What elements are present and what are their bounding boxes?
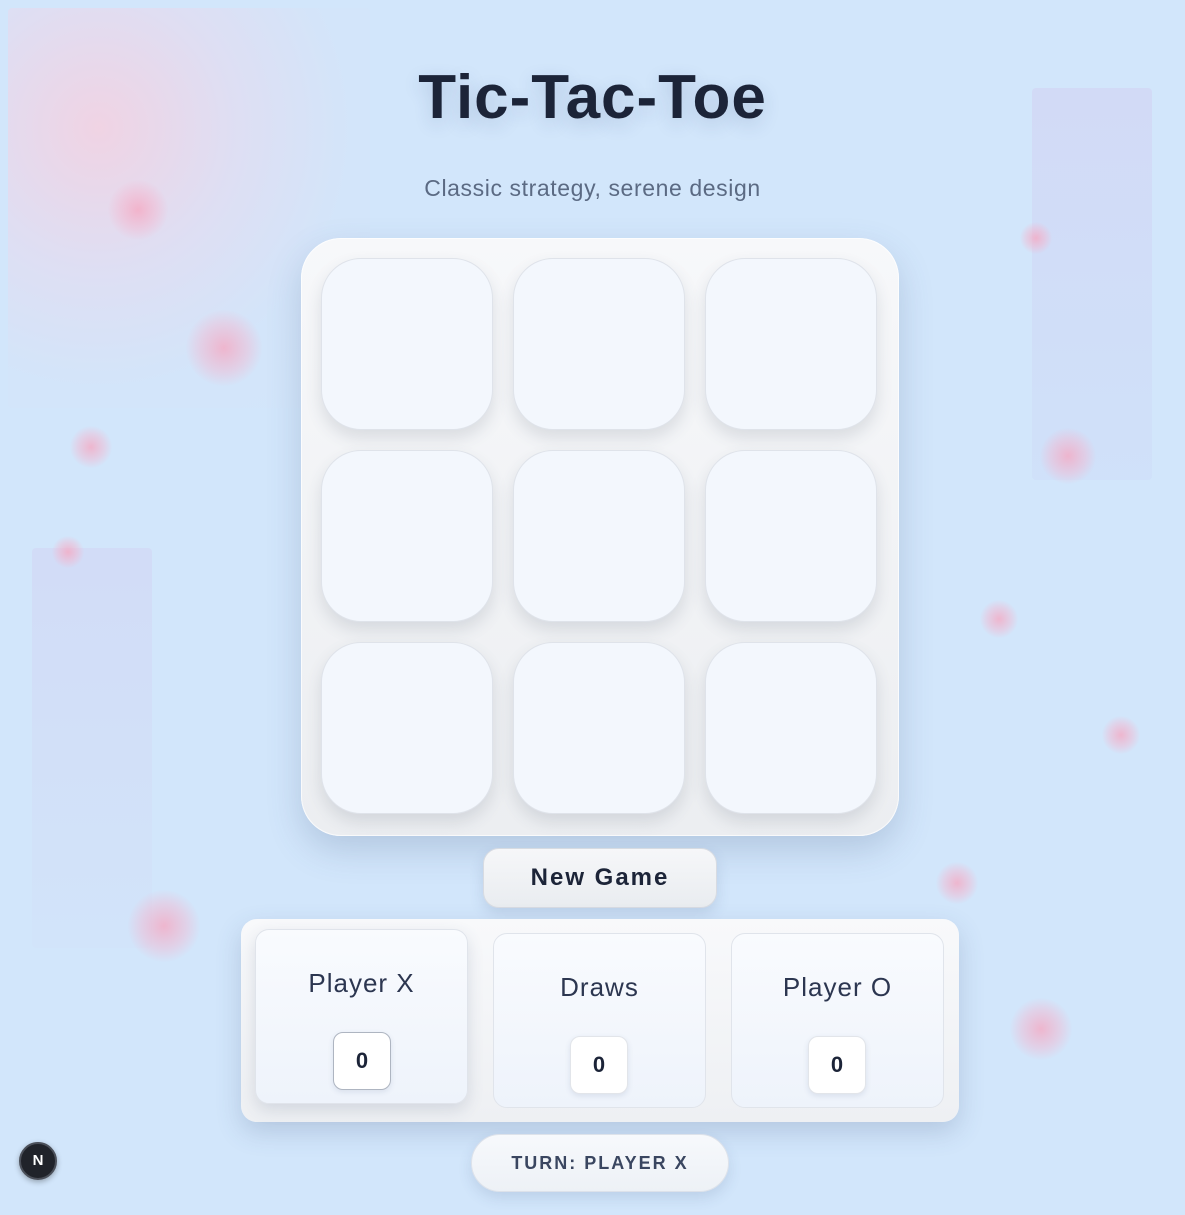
- board-cell[interactable]: [705, 450, 877, 622]
- score-value: 0: [570, 1036, 628, 1094]
- score-label: Player X: [308, 968, 415, 998]
- page-title: Tic-Tac-Toe: [418, 63, 767, 132]
- background-dot: [52, 536, 84, 568]
- turn-indicator: TURN: PLAYER X: [471, 1134, 729, 1192]
- board-cell[interactable]: [513, 450, 685, 622]
- board-cell[interactable]: [705, 258, 877, 430]
- dev-tools-badge-icon[interactable]: N: [19, 1142, 57, 1180]
- board-cell[interactable]: [321, 642, 493, 814]
- new-game-button[interactable]: New Game: [483, 848, 717, 908]
- game-board: [301, 238, 899, 836]
- board-cell[interactable]: [513, 642, 685, 814]
- score-label: Draws: [560, 972, 639, 1002]
- score-value: 0: [333, 1032, 391, 1090]
- background-dot: [980, 600, 1018, 638]
- board-cell[interactable]: [705, 642, 877, 814]
- background-dot: [186, 310, 262, 386]
- background-dot: [1102, 716, 1140, 754]
- score-value: 0: [808, 1036, 866, 1094]
- score-card-player-o: Player O 0: [731, 933, 944, 1108]
- background-glow-panel: [1032, 88, 1152, 480]
- board-cell[interactable]: [513, 258, 685, 430]
- score-card-player-x: Player X 0: [255, 929, 468, 1104]
- page-subtitle: Classic strategy, serene design: [424, 175, 761, 201]
- background-dot: [70, 426, 112, 468]
- score-label: Player O: [782, 972, 893, 1002]
- board-cell[interactable]: [321, 450, 493, 622]
- score-card-draws: Draws 0: [493, 933, 706, 1108]
- background-dot: [1010, 998, 1072, 1060]
- background-dot: [128, 890, 200, 962]
- background-glow-panel: [32, 548, 152, 948]
- background-dot: [1040, 428, 1096, 484]
- board-cell[interactable]: [321, 258, 493, 430]
- background-dot: [936, 862, 978, 904]
- scoreboard: Player X 0 Draws 0 Player O 0: [241, 919, 959, 1122]
- background-dot: [1020, 222, 1052, 254]
